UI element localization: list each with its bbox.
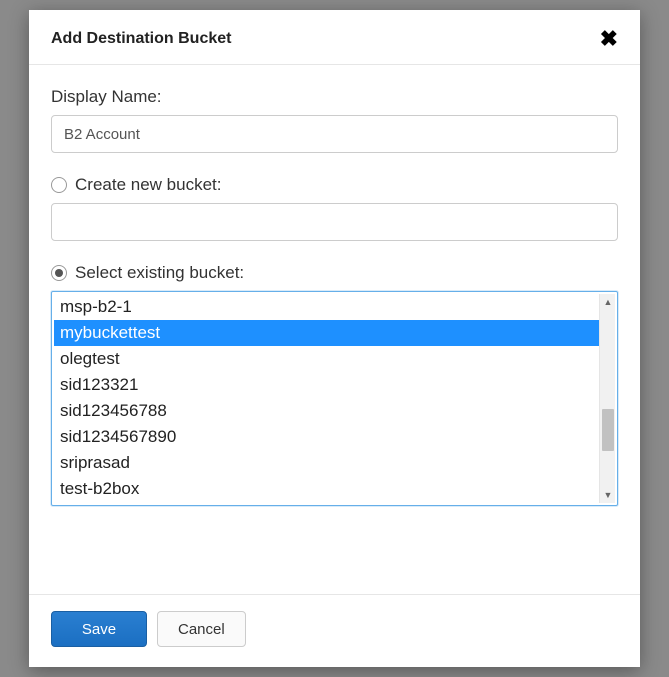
add-destination-bucket-modal: Add Destination Bucket ✖ Display Name: C… [29,10,640,667]
create-bucket-input[interactable] [51,203,618,241]
scrollbar-thumb[interactable] [602,409,614,451]
scrollbar[interactable]: ▲ ▼ [599,294,615,503]
list-item[interactable]: sid123456788 [54,398,599,424]
create-bucket-group: Create new bucket: [51,175,618,241]
select-bucket-group: Select existing bucket: msp-b2-1mybucket… [51,263,618,506]
display-name-label: Display Name: [51,87,618,107]
modal-footer: Save Cancel [29,594,640,667]
scroll-down-icon[interactable]: ▼ [600,487,616,503]
list-item[interactable]: olegtest [54,346,599,372]
modal-header: Add Destination Bucket ✖ [29,10,640,65]
list-item[interactable]: sid123321 [54,372,599,398]
create-bucket-label: Create new bucket: [75,175,221,195]
cancel-button[interactable]: Cancel [157,611,246,647]
bucket-listbox[interactable]: msp-b2-1mybuckettestolegtestsid123321sid… [51,291,618,506]
display-name-group: Display Name: [51,87,618,153]
select-bucket-label: Select existing bucket: [75,263,244,283]
list-item[interactable]: msp-b2-1 [54,294,599,320]
select-bucket-option[interactable]: Select existing bucket: [51,263,618,283]
list-item[interactable]: sid1234567890 [54,424,599,450]
close-icon[interactable]: ✖ [600,28,618,50]
bucket-listbox-viewport: msp-b2-1mybuckettestolegtestsid123321sid… [54,294,599,503]
display-name-input[interactable] [51,115,618,153]
modal-title: Add Destination Bucket [51,30,231,48]
save-button[interactable]: Save [51,611,147,647]
select-bucket-radio[interactable] [51,265,67,281]
list-item[interactable]: mybuckettest [54,320,599,346]
list-item[interactable]: test-b2box [54,476,599,502]
modal-body: Display Name: Create new bucket: Select … [29,65,640,524]
scroll-up-icon[interactable]: ▲ [600,294,616,310]
list-item[interactable]: sriprasad [54,450,599,476]
create-bucket-option[interactable]: Create new bucket: [51,175,618,195]
create-bucket-radio[interactable] [51,177,67,193]
